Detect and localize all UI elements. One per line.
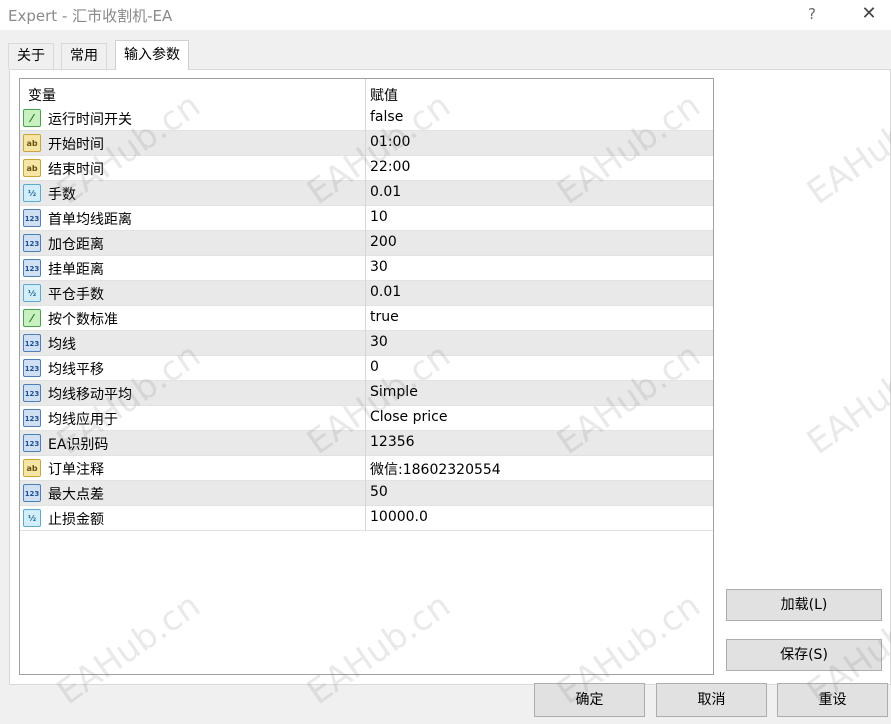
parameter-row[interactable]: ⁄ 运行时间开关 false bbox=[20, 106, 713, 131]
parameter-name: 止损金额 bbox=[48, 512, 104, 528]
parameter-row[interactable]: ⁄ 按个数标准 true bbox=[20, 306, 713, 331]
double-type-icon: ½ bbox=[23, 509, 41, 527]
int-type-icon: 123 bbox=[23, 259, 41, 277]
parameter-row[interactable]: 123 EA识别码 12356 bbox=[20, 431, 713, 456]
parameter-row[interactable]: 123 首单均线距离 10 bbox=[20, 206, 713, 231]
parameter-name: 手数 bbox=[48, 187, 76, 203]
bool-type-icon: ⁄ bbox=[23, 309, 41, 327]
parameter-name: 加仓距离 bbox=[48, 237, 104, 253]
string-type-icon: ab bbox=[23, 134, 41, 152]
int-type-icon: 123 bbox=[23, 334, 41, 352]
help-icon[interactable]: ? bbox=[800, 2, 824, 26]
parameter-name: 首单均线距离 bbox=[48, 212, 132, 228]
bool-type-icon: ⁄ bbox=[23, 109, 41, 127]
save-button[interactable]: 保存(S) bbox=[726, 639, 882, 671]
parameter-name: 平仓手数 bbox=[48, 287, 104, 303]
window-title: Expert - 汇市收割机-EA bbox=[8, 7, 173, 25]
grid-header: 变量 赋值 bbox=[20, 82, 713, 108]
parameter-row[interactable]: 123 均线移动平均 Simple bbox=[20, 381, 713, 406]
parameter-row[interactable]: ½ 止损金额 10000.0 bbox=[20, 506, 713, 531]
ok-button[interactable]: 确定 bbox=[534, 683, 645, 717]
int-type-icon: 123 bbox=[23, 434, 41, 452]
parameter-name: 开始时间 bbox=[48, 137, 104, 153]
tab-common[interactable]: 常用 bbox=[61, 43, 107, 69]
parameter-value[interactable]: 10000.0 bbox=[370, 509, 428, 525]
title-bar: Expert - 汇市收割机-EA ? ✕ bbox=[0, 0, 891, 30]
parameter-value[interactable]: 0 bbox=[370, 359, 379, 375]
parameter-row[interactable]: 123 均线平移 0 bbox=[20, 356, 713, 381]
int-type-icon: 123 bbox=[23, 234, 41, 252]
parameter-name: 均线移动平均 bbox=[48, 387, 132, 403]
parameter-value[interactable]: true bbox=[370, 309, 399, 325]
int-type-icon: 123 bbox=[23, 484, 41, 502]
parameter-name: 运行时间开关 bbox=[48, 112, 132, 128]
parameter-name: 挂单距离 bbox=[48, 262, 104, 278]
parameter-row[interactable]: ½ 手数 0.01 bbox=[20, 181, 713, 206]
close-icon[interactable]: ✕ bbox=[855, 2, 883, 26]
parameter-value[interactable]: 0.01 bbox=[370, 184, 401, 200]
tab-input-parameters[interactable]: 输入参数 bbox=[115, 40, 189, 70]
parameter-row[interactable]: ½ 平仓手数 0.01 bbox=[20, 281, 713, 306]
parameter-name: 均线应用于 bbox=[48, 412, 118, 428]
string-type-icon: ab bbox=[23, 159, 41, 177]
column-header-value[interactable]: 赋值 bbox=[370, 85, 398, 105]
parameter-name: 订单注释 bbox=[48, 462, 104, 478]
string-type-icon: ab bbox=[23, 459, 41, 477]
parameter-row[interactable]: 123 最大点差 50 bbox=[20, 481, 713, 506]
parameter-value[interactable]: 10 bbox=[370, 209, 388, 225]
parameter-value[interactable]: 200 bbox=[370, 234, 397, 250]
parameter-name: 最大点差 bbox=[48, 487, 104, 503]
double-type-icon: ½ bbox=[23, 184, 41, 202]
parameter-value[interactable]: Simple bbox=[370, 384, 418, 400]
parameter-name: 均线平移 bbox=[48, 362, 104, 378]
double-type-icon: ½ bbox=[23, 284, 41, 302]
column-separator[interactable] bbox=[365, 79, 366, 530]
int-type-icon: 123 bbox=[23, 209, 41, 227]
int-type-icon: 123 bbox=[23, 359, 41, 377]
parameter-value[interactable]: 30 bbox=[370, 334, 388, 350]
int-type-icon: 123 bbox=[23, 409, 41, 427]
load-button[interactable]: 加载(L) bbox=[726, 589, 882, 621]
int-type-icon: 123 bbox=[23, 384, 41, 402]
parameter-value[interactable]: 微信:18602320554 bbox=[370, 459, 501, 479]
parameter-value[interactable]: 50 bbox=[370, 484, 388, 500]
parameter-name: EA识别码 bbox=[48, 437, 109, 453]
parameter-row[interactable]: 123 均线应用于 Close price bbox=[20, 406, 713, 431]
parameter-value[interactable]: 01:00 bbox=[370, 134, 410, 150]
parameter-row[interactable]: ab 结束时间 22:00 bbox=[20, 156, 713, 181]
parameter-value[interactable]: false bbox=[370, 109, 403, 125]
reset-button[interactable]: 重设 bbox=[777, 683, 888, 717]
parameter-value[interactable]: 12356 bbox=[370, 434, 415, 450]
parameter-row[interactable]: 123 均线 30 bbox=[20, 331, 713, 356]
parameter-value[interactable]: 22:00 bbox=[370, 159, 410, 175]
parameter-name: 结束时间 bbox=[48, 162, 104, 178]
parameter-value[interactable]: 30 bbox=[370, 259, 388, 275]
parameter-rows: ⁄ 运行时间开关 false ab 开始时间 01:00 ab 结束时间 22:00 ½ 手数 0.0… bbox=[20, 106, 713, 531]
parameter-value[interactable]: Close price bbox=[370, 409, 447, 425]
parameter-row[interactable]: 123 加仓距离 200 bbox=[20, 231, 713, 256]
parameter-name: 按个数标准 bbox=[48, 312, 118, 328]
parameter-row[interactable]: ab 开始时间 01:00 bbox=[20, 131, 713, 156]
tab-about[interactable]: 关于 bbox=[8, 43, 54, 69]
parameter-value[interactable]: 0.01 bbox=[370, 284, 401, 300]
parameters-grid: 变量 赋值 ⁄ 运行时间开关 false ab 开始时间 01:00 ab 结束时间 22:00… bbox=[19, 78, 714, 675]
column-header-variable[interactable]: 变量 bbox=[28, 85, 56, 105]
parameter-row[interactable]: ab 订单注释 微信:18602320554 bbox=[20, 456, 713, 481]
parameter-row[interactable]: 123 挂单距离 30 bbox=[20, 256, 713, 281]
cancel-button[interactable]: 取消 bbox=[656, 683, 767, 717]
parameter-name: 均线 bbox=[48, 337, 76, 353]
